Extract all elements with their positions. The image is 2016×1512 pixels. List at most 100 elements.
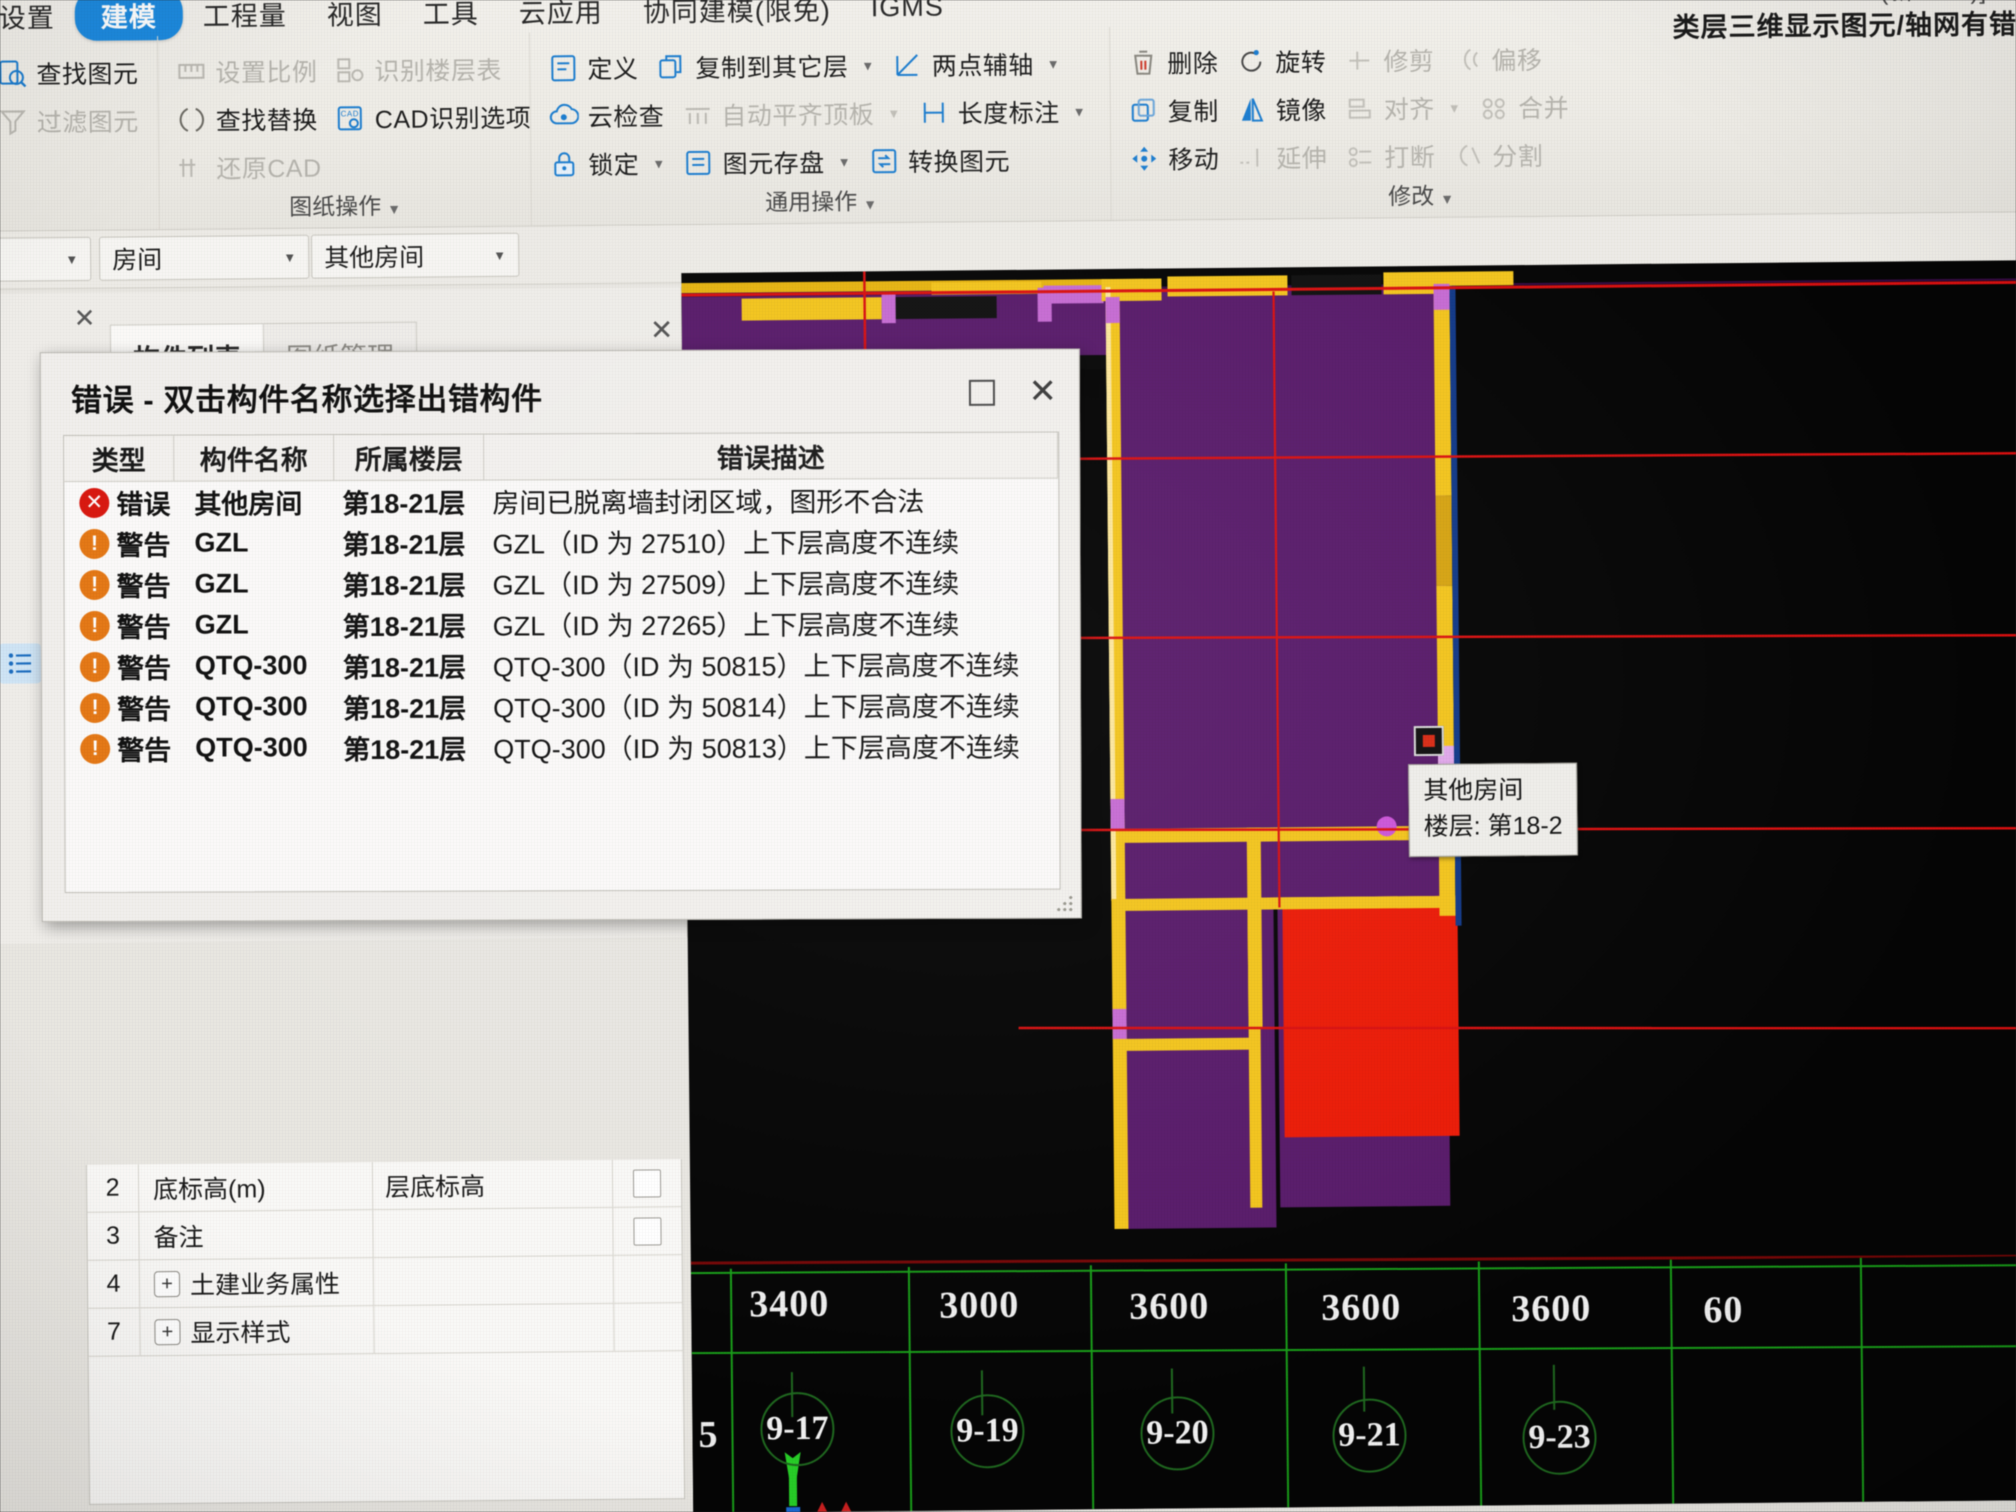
button-offset[interactable]: 偏移 (1446, 39, 1548, 80)
tab-settings[interactable]: 设置 (0, 0, 75, 39)
property-checkbox[interactable] (633, 1216, 662, 1246)
property-value[interactable]: 层底标高 (372, 1159, 614, 1210)
define-icon (548, 53, 578, 83)
expand-icon[interactable]: + (153, 1270, 181, 1297)
table-row[interactable]: ! 警告 GZL 第18-21层 GZL（ID 为 27510）上下层高度不连续 (64, 520, 1058, 564)
property-value[interactable] (373, 1255, 615, 1306)
dimension-value-2: 3600 (1129, 1285, 1210, 1328)
dock-close-icon[interactable]: ✕ (74, 303, 96, 334)
warning-severity-icon: ! (79, 569, 110, 600)
tab-modeling[interactable]: 建模 (74, 0, 184, 41)
button-copy-to-floor-label: 复制到其它层 (695, 53, 849, 83)
close-icon[interactable]: ✕ (1028, 373, 1057, 411)
error-dialog-title: 错误 - 双击构件名称选择出错构件 (70, 381, 543, 419)
table-row[interactable]: ! 警告 GZL 第18-21层 GZL（ID 为 27509）上下层高度不连续 (65, 561, 1059, 605)
table-row[interactable]: ! 警告 QTQ-300 第18-21层 QTQ-300（ID 为 50814）… (65, 684, 1059, 728)
button-find-replace[interactable]: 查找替换 (171, 99, 324, 140)
cell-description: 房间已脱离墙封闭区域，图形不合法 (492, 487, 925, 519)
cell-name: QTQ-300 (194, 691, 308, 722)
tab-igms[interactable]: IGMS (851, 0, 964, 27)
table-row[interactable]: ! 警告 GZL 第18-21层 GZL（ID 为 27265）上下层高度不连续 (65, 602, 1059, 646)
button-copy-to-floor[interactable]: 复制到其它层 ▼ (650, 45, 881, 87)
error-dialog[interactable]: 错误 - 双击构件名称选择出错构件 ✕ 类型 构件名称 所属楼层 错误描述 ✕ … (39, 348, 1082, 923)
button-lock[interactable]: 锁定 ▼ (543, 143, 672, 184)
ribbon-group-general-ops-title[interactable]: 通用操作 ▼ (531, 180, 1110, 220)
button-length-dimension[interactable]: 长度标注 ▼ (913, 91, 1093, 133)
cell-name: 其他房间 (194, 489, 303, 520)
axis-label-0: 5 (698, 1413, 719, 1457)
combo-type[interactable]: 其他房间 ▼ (310, 232, 520, 279)
column-header-name[interactable]: 构件名称 (174, 435, 335, 481)
tab-collab-model[interactable]: 协同建模(限免) (623, 0, 851, 33)
button-rotate[interactable]: 旋转 (1230, 41, 1332, 82)
list-view-icon[interactable] (0, 643, 42, 684)
button-two-point-axis[interactable]: 两点辅轴 ▼ (887, 43, 1067, 85)
table-row[interactable]: ! 警告 QTQ-300 第18-21层 QTQ-300（ID 为 50813）… (65, 725, 1059, 769)
button-filter-element[interactable]: 过滤图元 (0, 100, 145, 141)
expand-icon[interactable]: + (154, 1318, 181, 1345)
chevron-down-icon: ▼ (493, 247, 507, 263)
column-header-floor[interactable]: 所属楼层 (334, 434, 485, 481)
tab-tools[interactable]: 工具 (403, 0, 499, 35)
button-set-scale[interactable]: 设置比例 (170, 51, 323, 92)
button-break[interactable]: 打断 (1339, 136, 1441, 177)
property-row[interactable]: 2 底标高(m) 层底标高 (86, 1159, 682, 1213)
cell-name: GZL (194, 568, 249, 599)
lock-icon (549, 149, 579, 179)
table-row[interactable]: ✕ 错误 其他房间 第18-21层 房间已脱离墙封闭区域，图形不合法 (64, 479, 1058, 523)
tab-view[interactable]: 视图 (307, 0, 403, 36)
combo-category[interactable]: 房间 ▼ (98, 234, 310, 281)
button-cad-options[interactable]: CAD CAD识别选项 (330, 97, 538, 139)
property-row[interactable]: 3 备注 (87, 1207, 682, 1261)
resize-grip[interactable] (1055, 894, 1074, 913)
property-checkbox[interactable] (632, 1168, 662, 1198)
ribbon-group-drawing-ops-title-label: 图纸操作 (289, 193, 382, 220)
button-move[interactable]: 移动 (1123, 138, 1225, 179)
cloud-check-icon (549, 101, 579, 131)
button-move-label: 移动 (1168, 145, 1220, 175)
column-header-type[interactable]: 类型 (64, 435, 175, 482)
combo-blank[interactable]: ▼ (0, 236, 92, 283)
merge-icon (1479, 92, 1509, 122)
button-delete[interactable]: 删除 (1122, 42, 1224, 83)
two-point-axis-icon (893, 50, 923, 80)
auto-align-slab-icon (682, 100, 712, 130)
button-save-element[interactable]: 图元存盘 ▼ (677, 141, 857, 183)
property-value[interactable] (373, 1207, 614, 1258)
button-merge[interactable]: 合并 (1473, 87, 1575, 128)
button-convert-element[interactable]: 转换图元 (863, 140, 1016, 181)
table-row[interactable]: ! 警告 QTQ-300 第18-21层 QTQ-300（ID 为 50815）… (65, 643, 1059, 687)
maximize-icon[interactable] (968, 379, 995, 406)
button-break-label: 打断 (1384, 143, 1436, 173)
chevron-down-icon: ▼ (837, 154, 852, 170)
chevron-down-icon: ▼ (283, 249, 297, 265)
button-mirror-label: 镜像 (1275, 96, 1327, 126)
property-grid: 2 底标高(m) 层底标高 3 备注 4 + 土建业务属性 7 + 显示样式 (85, 1159, 686, 1505)
ribbon-group-modify-title[interactable]: 修改 ▼ (1111, 174, 1730, 214)
button-extend[interactable]: 延伸 (1231, 137, 1333, 178)
button-mirror[interactable]: 镜像 (1231, 89, 1333, 130)
cell-type: 错误 (116, 489, 171, 520)
selected-element-marker[interactable] (1413, 725, 1444, 757)
property-value[interactable] (374, 1303, 615, 1354)
button-define[interactable]: 定义 (542, 47, 644, 88)
button-restore-cad[interactable]: 还原CAD (171, 147, 328, 188)
property-row[interactable]: 4 + 土建业务属性 (87, 1255, 683, 1309)
ribbon-group-drawing-ops-title[interactable]: 图纸操作 ▼ (159, 186, 530, 224)
column-header-desc[interactable]: 错误描述 (484, 432, 1059, 480)
ribbon-group-general-ops-title-label: 通用操作 (765, 188, 858, 216)
button-align[interactable]: 对齐 ▼ (1339, 88, 1468, 129)
button-auto-align-slab[interactable]: 自动平齐顶板 ▼ (676, 93, 907, 135)
tooltip-element-name: 其他房间 (1423, 776, 1524, 806)
button-cloud-check[interactable]: 云检查 (543, 95, 671, 136)
button-find-element[interactable]: 查找图元 (0, 52, 145, 93)
axis-label-1: 9-17 (760, 1391, 835, 1467)
button-copy[interactable]: 复制 (1123, 90, 1225, 131)
button-identify-floor-table[interactable]: 识别楼层表 (329, 49, 508, 91)
button-split[interactable]: 分割 (1447, 135, 1549, 176)
tab-cloud-apps[interactable]: 云应用 (499, 0, 623, 34)
tab-quantity[interactable]: 工程量 (183, 0, 307, 37)
dock-panel-close-icon[interactable]: ✕ (650, 313, 674, 346)
button-trim[interactable]: 修剪 (1338, 40, 1440, 81)
property-row[interactable]: 7 + 显示样式 (88, 1303, 683, 1357)
